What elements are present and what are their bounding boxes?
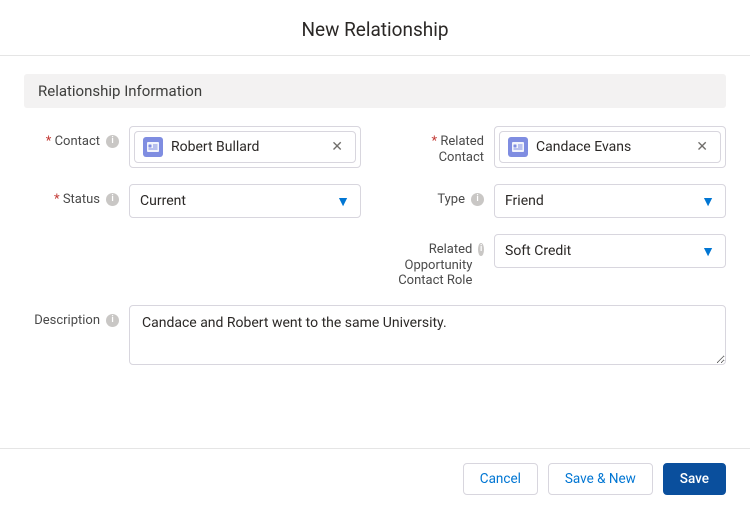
contact-pill: Robert Bullard ✕ (134, 131, 356, 163)
label-type: Type i (389, 184, 484, 208)
label-related-opp-role: Related Opportunity Contact Role i (389, 234, 484, 289)
chevron-down-icon: ▼ (701, 193, 715, 210)
status-select[interactable]: Current ▼ (129, 184, 361, 218)
field-status: * Status i Current ▼ (24, 184, 361, 218)
label-related-contact: * Related Contact (389, 126, 484, 165)
save-and-new-button[interactable]: Save & New (548, 463, 653, 495)
related-opp-role-value: Soft Credit (505, 243, 571, 259)
section-header: Relationship Information (24, 74, 726, 108)
form-grid: * Contact i Robert Bullard ✕ * Rela (24, 126, 726, 369)
field-type: Type i Friend ▼ (389, 184, 726, 218)
modal-footer: Cancel Save & New Save (0, 448, 750, 509)
type-value: Friend (505, 193, 544, 209)
close-icon[interactable]: ✕ (327, 137, 347, 157)
info-icon[interactable]: i (106, 314, 119, 327)
label-type-text: Type (437, 192, 465, 208)
field-related-opp-role: Related Opportunity Contact Role i Soft … (389, 234, 726, 289)
info-icon[interactable]: i (478, 243, 484, 256)
field-related-contact: * Related Contact Candace Evans ✕ (389, 126, 726, 168)
label-description: Description i (24, 305, 119, 329)
modal-title: New Relationship (0, 18, 750, 41)
contact-icon (508, 137, 528, 157)
related-opp-role-select[interactable]: Soft Credit ▼ (494, 234, 726, 268)
related-contact-pill: Candace Evans ✕ (499, 131, 721, 163)
related-contact-lookup[interactable]: Candace Evans ✕ (494, 126, 726, 168)
save-button[interactable]: Save (663, 463, 726, 495)
label-status: * Status i (24, 184, 119, 208)
info-icon[interactable]: i (106, 193, 119, 206)
description-textarea[interactable] (129, 305, 726, 365)
empty-cell (24, 234, 361, 289)
info-icon[interactable]: i (471, 193, 484, 206)
chevron-down-icon: ▼ (701, 243, 715, 260)
status-value: Current (140, 193, 186, 209)
chevron-down-icon: ▼ (336, 193, 350, 210)
label-related-opp-role-text: Related Opportunity Contact Role (389, 242, 472, 289)
field-description: Description i (24, 305, 726, 369)
close-icon[interactable]: ✕ (692, 137, 712, 157)
label-status-text: Status (63, 192, 100, 207)
field-contact: * Contact i Robert Bullard ✕ (24, 126, 361, 168)
cancel-button[interactable]: Cancel (463, 463, 538, 495)
contact-value: Robert Bullard (171, 139, 319, 155)
modal-header: New Relationship (0, 0, 750, 56)
info-icon[interactable]: i (106, 135, 119, 148)
label-contact-text: Contact (55, 134, 100, 149)
contact-lookup[interactable]: Robert Bullard ✕ (129, 126, 361, 168)
label-contact: * Contact i (24, 126, 119, 150)
related-contact-value: Candace Evans (536, 139, 684, 155)
modal-body: Relationship Information * Contact i Rob… (0, 56, 750, 379)
label-description-text: Description (34, 313, 100, 329)
label-related-contact-text: Related Contact (439, 134, 484, 165)
type-select[interactable]: Friend ▼ (494, 184, 726, 218)
contact-icon (143, 137, 163, 157)
